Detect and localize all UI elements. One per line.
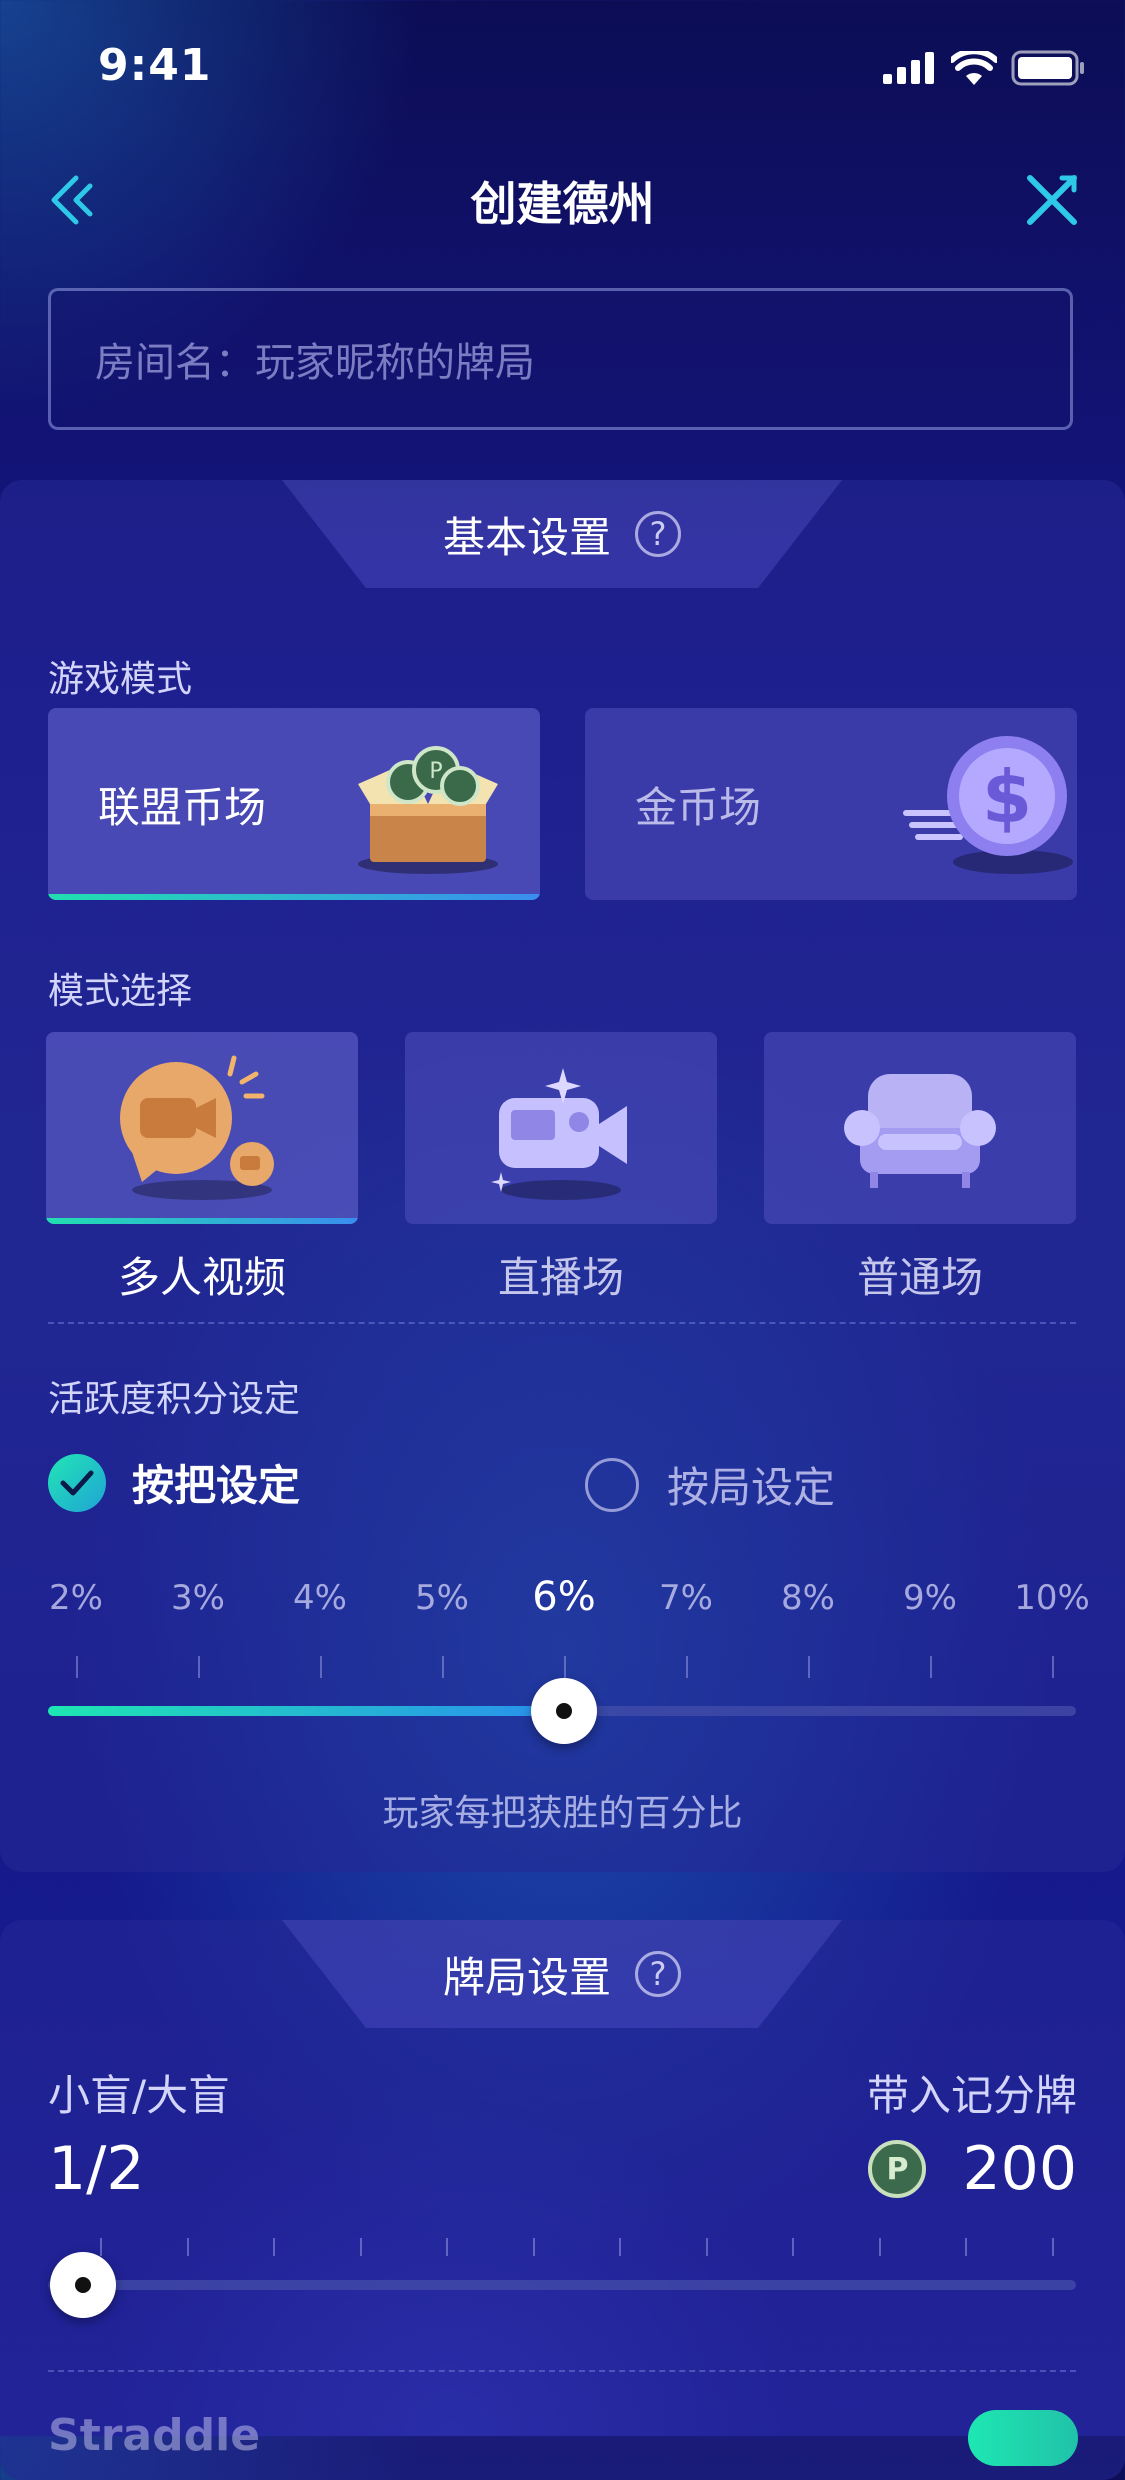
percent-tick-mark (564, 1656, 566, 1678)
percent-slider-fill (48, 1706, 564, 1716)
blinds-tick-mark (619, 2238, 622, 2256)
mode-live-label: 直播场 (497, 1253, 624, 1302)
armchair-icon (844, 1074, 996, 1188)
blinds-tick-mark (1052, 2238, 1054, 2256)
percent-tick-mark (198, 1656, 200, 1678)
page-title: 创建德州 (470, 177, 655, 231)
percent-caption: 玩家每把获胜的百分比 (382, 1793, 743, 1834)
percent-tick-marks (0, 1656, 1125, 1680)
percent-tick-label[interactable]: 9% (885, 1578, 975, 1618)
percent-tick-mark (76, 1656, 78, 1678)
wifi-icon (951, 51, 997, 85)
blinds-tick-mark (100, 2238, 102, 2256)
percent-slider-knob[interactable] (531, 1678, 597, 1744)
mode-multi-video-label: 多人视频 (117, 1253, 286, 1302)
blinds-tick-mark (532, 2238, 535, 2256)
svg-text:P: P (429, 759, 442, 784)
blinds-label: 小盲/大盲 (48, 2071, 231, 2120)
percent-tick-label[interactable]: 4% (275, 1578, 365, 1618)
percent-tick-mark (442, 1656, 444, 1678)
activity-label: 活跃度积分设定 (48, 1379, 301, 1420)
live-camera-icon (491, 1068, 627, 1200)
close-icon[interactable] (1022, 170, 1082, 230)
mode-gold-coin[interactable]: 金币场 $ (585, 708, 1077, 900)
blinds-tick-mark (273, 2238, 276, 2256)
blinds-tick-mark (705, 2238, 708, 2256)
percent-tick-label[interactable]: 6% (519, 1574, 609, 1620)
percent-tick-label[interactable]: 2% (31, 1578, 121, 1618)
blinds-tick-mark (878, 2238, 881, 2256)
percent-tick-mark (808, 1656, 810, 1678)
buyin-value-row: P 200 (868, 2134, 1077, 2204)
percent-tick-mark (930, 1656, 932, 1678)
blinds-slider-knob[interactable] (50, 2252, 116, 2318)
percent-tick-label[interactable]: 10% (1007, 1578, 1097, 1618)
percent-tick-mark (320, 1656, 322, 1678)
help-icon[interactable]: ? (635, 1951, 681, 1997)
signal-icon (883, 52, 934, 84)
radio-per-game-label: 按局设定 (667, 1463, 836, 1512)
mode-live[interactable] (405, 1032, 717, 1224)
mode-normal-label: 普通场 (856, 1253, 983, 1302)
mode-select-label: 模式选择 (48, 971, 193, 1012)
percent-tick-label[interactable]: 7% (641, 1578, 731, 1618)
percent-tick-label[interactable]: 3% (153, 1578, 243, 1618)
svg-text:$: $ (982, 755, 1032, 839)
game-mode-label: 游戏模式 (48, 659, 193, 700)
radio-per-hand[interactable]: 按把设定 (48, 1452, 300, 1513)
buyin-label: 带入记分牌 (866, 2071, 1077, 2120)
percent-tick-mark (1052, 1656, 1054, 1678)
check-icon (48, 1453, 106, 1512)
divider (48, 1322, 1076, 1324)
status-time: 9:41 (98, 40, 212, 91)
percent-tick-label[interactable]: 8% (763, 1578, 853, 1618)
blinds-value: 1/2 (48, 2134, 145, 2204)
status-icons (883, 50, 1085, 86)
selected-underline (48, 894, 540, 900)
mode-gold-coin-label: 金币场 (635, 782, 762, 832)
divider (48, 2370, 1076, 2372)
blinds-slider-track[interactable] (48, 2280, 1076, 2290)
mode-multi-video[interactable] (46, 1032, 358, 1224)
blinds-tick-mark (965, 2238, 968, 2256)
blinds-tick-mark (359, 2238, 362, 2256)
percent-tick-labels: 2% 3% 4% 5% 6% 7% 8% 9% 10% (0, 1574, 1125, 1638)
mode-alliance-coin[interactable]: 联盟币场 P (48, 708, 540, 900)
blinds-tick-mark (792, 2238, 795, 2256)
score-chip-icon: P (868, 2140, 927, 2198)
buyin-value: 200 (962, 2134, 1077, 2204)
radio-per-hand-label: 按把设定 (132, 1461, 301, 1510)
treasure-box-icon: P (358, 746, 498, 874)
basic-settings-header: 基本设置 ? (282, 480, 842, 588)
game-settings-header: 牌局设置 ? (282, 1920, 842, 2028)
basic-settings-title: 基本设置 (442, 512, 611, 562)
video-chat-icon (120, 1055, 274, 1200)
mode-normal[interactable] (764, 1032, 1076, 1224)
straddle-toggle[interactable] (968, 2410, 1078, 2466)
percent-tick-label[interactable]: 5% (397, 1578, 487, 1618)
radio-per-game[interactable]: 按局设定 (585, 1454, 835, 1515)
blinds-tick-mark (186, 2238, 189, 2256)
dollar-coin-icon: $ (903, 736, 1073, 874)
mode-alliance-coin-label: 联盟币场 (98, 782, 267, 832)
help-icon[interactable]: ? (635, 511, 681, 557)
percent-tick-mark (686, 1656, 688, 1678)
blinds-tick-mark (446, 2238, 449, 2256)
blinds-tick-marks (0, 2238, 1125, 2262)
battery-icon (1011, 50, 1084, 86)
game-settings-title: 牌局设置 (442, 1952, 611, 2002)
selected-underline (46, 1218, 358, 1224)
room-name-input[interactable]: 房间名：玩家昵称的牌局 (48, 288, 1073, 430)
radio-circle-icon (585, 1457, 639, 1512)
